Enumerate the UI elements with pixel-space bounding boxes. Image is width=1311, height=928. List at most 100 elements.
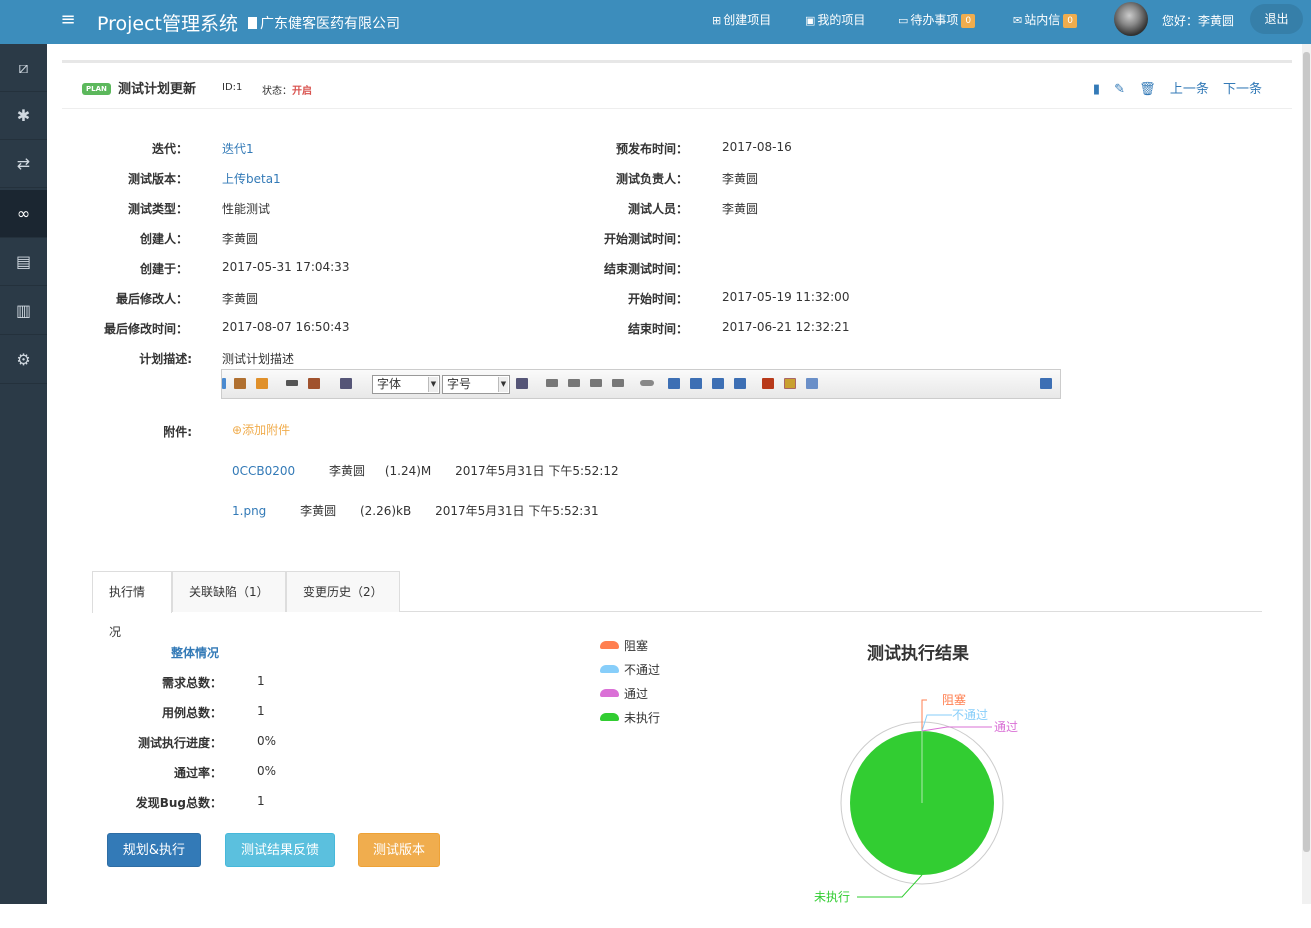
quote-icon[interactable] (286, 380, 298, 386)
feedback-button[interactable]: 测试结果反馈 (225, 833, 335, 867)
legend-swatch (600, 689, 619, 697)
company-label: 广东健客医药有限公司 (260, 16, 400, 32)
app-title[interactable]: Project管理系统 (97, 9, 238, 36)
expand-icon[interactable] (222, 378, 226, 389)
attachment-time: 2017年5月31日 下午5:52:12 (455, 464, 619, 478)
sidebar-item-reports[interactable]: ▥ (0, 287, 47, 335)
plus-circle-icon: ⊕ (232, 423, 243, 437)
tab-change-history[interactable]: 变更历史（2） (286, 571, 400, 612)
sidebar-item-list[interactable]: ▤ (0, 238, 47, 286)
test-end-label: 结束测试时间： (603, 262, 688, 276)
tab-bar: 执行情况 关联缺陷（1） 变更历史（2） (92, 571, 1262, 639)
todo-count-badge: 0 (961, 14, 976, 28)
summary-pass-rate-value: 0% (257, 764, 277, 778)
align-right-icon[interactable] (590, 379, 602, 387)
image-left-icon[interactable] (668, 378, 680, 389)
legend-label: 未执行 (624, 711, 661, 725)
align-justify-icon[interactable] (612, 379, 624, 387)
legend-item-failed[interactable]: 不通过 (600, 661, 660, 677)
indent-icon[interactable] (516, 378, 528, 389)
plan-execute-button[interactable]: 规划&执行 (107, 833, 201, 867)
version-value[interactable]: 上传beta1 (222, 170, 281, 187)
nav-todo-label: 待办事项 (910, 13, 959, 27)
company-name: 广东健客医药有限公司 (248, 13, 400, 33)
sidebar-item-links[interactable]: ∞ (0, 190, 47, 238)
rich-text-toolbar: 字体 ▼ 字号 ▼ (221, 369, 1061, 399)
legend-item-passed[interactable]: 通过 (600, 685, 648, 701)
pie-leader-line-0 (921, 699, 927, 731)
user-greeting[interactable]: 您好：李黄圆 (1162, 12, 1234, 29)
legend-swatch (600, 713, 619, 721)
menu-toggle-icon[interactable]: ≡ (58, 11, 78, 31)
sidebar-item-exchange[interactable]: ⇄ (0, 140, 47, 188)
bar-chart-icon: ▥ (15, 301, 32, 320)
multi-image-icon[interactable] (784, 378, 796, 389)
font-family-select[interactable]: 字体 ▼ (372, 375, 440, 394)
book-icon[interactable]: ▮ (1093, 82, 1100, 97)
trash-icon[interactable]: 🗑︎ (1139, 82, 1156, 97)
format-brush-icon[interactable] (234, 378, 246, 389)
tab-related-bugs[interactable]: 关联缺陷（1） (172, 571, 286, 612)
attachment-icon[interactable] (806, 378, 818, 389)
summary-cases-label: 用例总数： (161, 706, 222, 720)
summary-title: 整体情况 (171, 646, 220, 660)
type-label: 测试类型： (127, 202, 188, 216)
add-attachment-link[interactable]: ⊕添加附件 (232, 421, 290, 438)
end-value: 2017-06-21 12:32:21 (722, 320, 850, 334)
summary-progress-label: 测试执行进度： (137, 736, 222, 750)
pie-label-3: 未执行 (814, 890, 850, 904)
logout-button[interactable]: 退出 (1250, 4, 1303, 34)
font-family-value: 字体 (377, 377, 402, 391)
envelope-icon: ✉ (1013, 14, 1023, 27)
legend-item-blocked[interactable]: 阻塞 (600, 637, 648, 653)
image-right-icon[interactable] (712, 378, 724, 389)
attachment-name[interactable]: 1.png (232, 504, 266, 518)
legend-item-not-executed[interactable]: 未执行 (600, 709, 660, 725)
next-link[interactable]: 下一条 (1223, 82, 1262, 97)
modifier-label: 最后修改人： (115, 292, 188, 306)
attachment-row: 0CCB0200 李黄圆 (1.24)M 2017年5月31日 下午5:52:1… (232, 462, 619, 479)
attachments-label: 附件: (163, 425, 192, 439)
edit-icon[interactable]: ✎ (1114, 82, 1125, 97)
line-height-icon[interactable] (340, 378, 352, 389)
link-icon[interactable] (640, 380, 654, 386)
sidebar-item-bugs[interactable]: ✱ (0, 92, 47, 140)
nav-messages[interactable]: ✉ 站内信 0 (1013, 11, 1077, 28)
attachment-time: 2017年5月31日 下午5:52:31 (435, 504, 599, 518)
created-label: 创建于： (139, 262, 188, 276)
nav-todo[interactable]: ▭ 待办事项 0 (898, 11, 976, 28)
tab-execution[interactable]: 执行情况 (92, 571, 172, 639)
prev-link[interactable]: 上一条 (1170, 82, 1209, 97)
image-center-icon[interactable] (734, 378, 746, 389)
settings-icon: ⚙ (16, 350, 31, 369)
font-size-value: 字号 (447, 377, 472, 391)
align-center-icon[interactable] (568, 379, 580, 387)
clear-format-icon[interactable] (256, 378, 268, 389)
user-avatar[interactable] (1114, 2, 1148, 36)
tester-value: 李黄圆 (722, 202, 759, 216)
plan-status: 状态：开启 (262, 82, 312, 97)
image-icon[interactable] (762, 378, 774, 389)
plan-panel: PLAN 测试计划更新 ID:1 状态：开启 ▮ ✎ 🗑︎ 上一条 下一条 迭代… (62, 60, 1292, 904)
align-left-icon[interactable] (546, 379, 558, 387)
preview-icon[interactable] (1040, 378, 1052, 389)
nav-my-projects[interactable]: ▣ 我的项目 (805, 11, 865, 28)
sidebar-item-dashboard[interactable]: ⧄ (0, 44, 47, 92)
description-value: 测试计划描述 (222, 352, 295, 366)
iteration-value[interactable]: 迭代1 (222, 140, 254, 157)
paste-icon[interactable] (308, 378, 320, 389)
attachment-size: (1.24)M (384, 464, 432, 478)
version-label: 测试版本： (127, 172, 188, 186)
status-value: 开启 (292, 86, 312, 97)
font-size-select[interactable]: 字号 ▼ (442, 375, 510, 394)
owner-label: 测试负责人： (615, 172, 688, 186)
test-version-button[interactable]: 测试版本 (358, 833, 440, 867)
sidebar-item-settings[interactable]: ⚙ (0, 336, 47, 384)
nav-create-project[interactable]: ⊞ 创建项目 (712, 11, 771, 28)
attachment-name[interactable]: 0CCB0200 (232, 464, 295, 478)
legend-swatch (600, 665, 619, 673)
image-none-icon[interactable] (690, 378, 702, 389)
nav-messages-label: 站内信 (1024, 13, 1061, 27)
creator-label: 创建人： (139, 232, 188, 246)
scrollbar-thumb[interactable] (1303, 52, 1310, 852)
